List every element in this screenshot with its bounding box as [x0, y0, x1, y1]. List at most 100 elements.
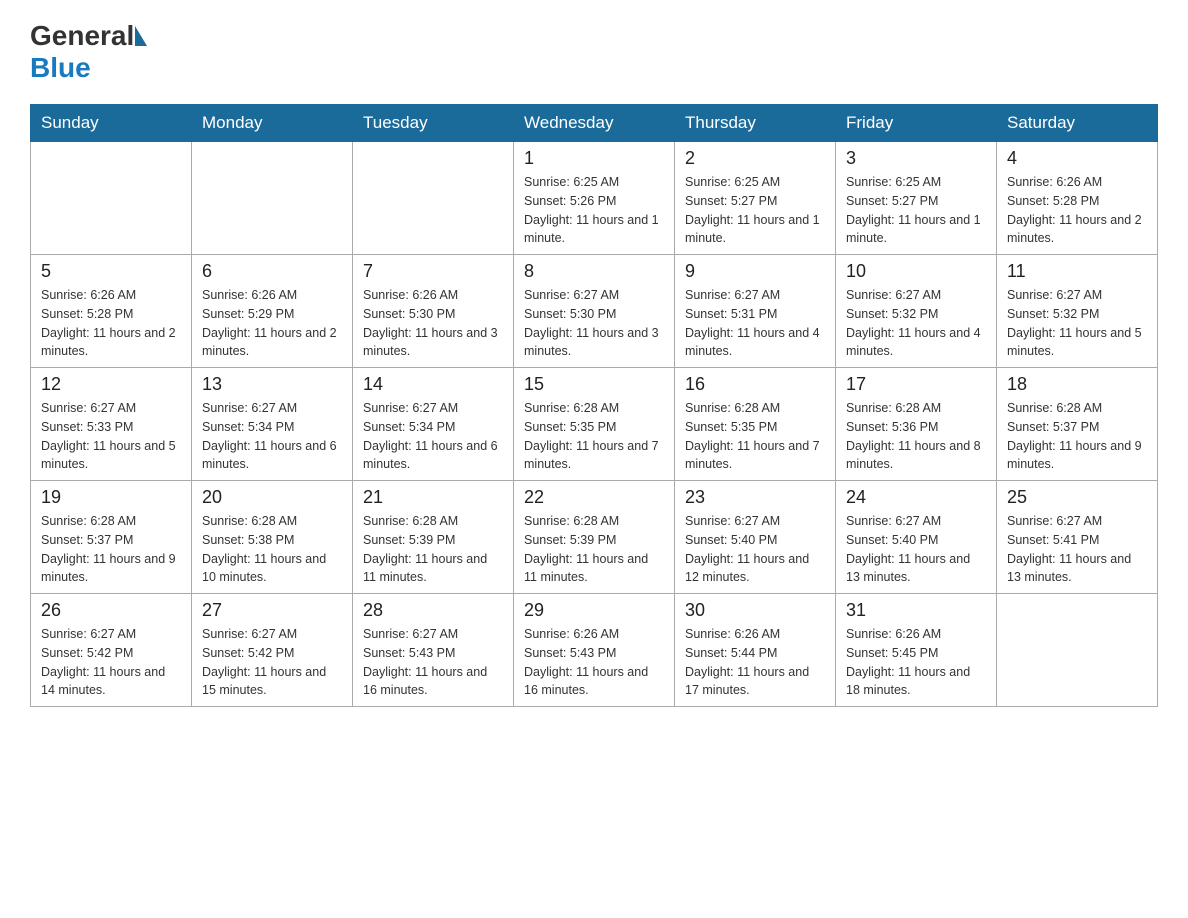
- day-info: Sunrise: 6:26 AM Sunset: 5:28 PM Dayligh…: [41, 286, 181, 361]
- calendar-cell: 23 Sunrise: 6:27 AM Sunset: 5:40 PM Dayli…: [675, 481, 836, 594]
- day-number: 28: [363, 600, 503, 621]
- day-info: Sunrise: 6:27 AM Sunset: 5:34 PM Dayligh…: [363, 399, 503, 474]
- logo-general: General: [30, 20, 134, 52]
- day-info: Sunrise: 6:28 AM Sunset: 5:35 PM Dayligh…: [524, 399, 664, 474]
- day-info: Sunrise: 6:27 AM Sunset: 5:40 PM Dayligh…: [685, 512, 825, 587]
- calendar-cell: 2 Sunrise: 6:25 AM Sunset: 5:27 PM Daylig…: [675, 142, 836, 255]
- calendar-cell: 27 Sunrise: 6:27 AM Sunset: 5:42 PM Dayli…: [192, 594, 353, 707]
- day-info: Sunrise: 6:25 AM Sunset: 5:26 PM Dayligh…: [524, 173, 664, 248]
- calendar-week-row: 19 Sunrise: 6:28 AM Sunset: 5:37 PM Dayli…: [31, 481, 1158, 594]
- day-number: 7: [363, 261, 503, 282]
- calendar-cell: 14Sunrise: 6:27 AM Sunset: 5:34 PM Dayli…: [353, 368, 514, 481]
- calendar-cell: [31, 142, 192, 255]
- day-number: 18: [1007, 374, 1147, 395]
- day-number: 16: [685, 374, 825, 395]
- day-info: Sunrise: 6:28 AM Sunset: 5:38 PM Dayligh…: [202, 512, 342, 587]
- calendar-cell: 19 Sunrise: 6:28 AM Sunset: 5:37 PM Dayli…: [31, 481, 192, 594]
- weekday-header-tuesday: Tuesday: [353, 105, 514, 142]
- day-number: 31: [846, 600, 986, 621]
- calendar-cell: 24 Sunrise: 6:27 AM Sunset: 5:40 PM Dayli…: [836, 481, 997, 594]
- day-number: 8: [524, 261, 664, 282]
- day-info: Sunrise: 6:27 AM Sunset: 5:32 PM Dayligh…: [846, 286, 986, 361]
- calendar-cell: 10 Sunrise: 6:27 AM Sunset: 5:32 PM Dayli…: [836, 255, 997, 368]
- logo-blue: Blue: [30, 52, 91, 83]
- day-info: Sunrise: 6:26 AM Sunset: 5:29 PM Dayligh…: [202, 286, 342, 361]
- day-number: 13: [202, 374, 342, 395]
- calendar-cell: 7Sunrise: 6:26 AM Sunset: 5:30 PM Daylig…: [353, 255, 514, 368]
- calendar-cell: 25 Sunrise: 6:27 AM Sunset: 5:41 PM Dayli…: [997, 481, 1158, 594]
- calendar-cell: [192, 142, 353, 255]
- day-info: Sunrise: 6:26 AM Sunset: 5:45 PM Dayligh…: [846, 625, 986, 700]
- day-number: 19: [41, 487, 181, 508]
- calendar-cell: 22 Sunrise: 6:28 AM Sunset: 5:39 PM Dayli…: [514, 481, 675, 594]
- calendar-cell: 12Sunrise: 6:27 AM Sunset: 5:33 PM Dayli…: [31, 368, 192, 481]
- day-info: Sunrise: 6:27 AM Sunset: 5:41 PM Dayligh…: [1007, 512, 1147, 587]
- day-number: 20: [202, 487, 342, 508]
- day-info: Sunrise: 6:28 AM Sunset: 5:37 PM Dayligh…: [1007, 399, 1147, 474]
- day-number: 10: [846, 261, 986, 282]
- calendar-cell: 6 Sunrise: 6:26 AM Sunset: 5:29 PM Daylig…: [192, 255, 353, 368]
- calendar-cell: 9 Sunrise: 6:27 AM Sunset: 5:31 PM Daylig…: [675, 255, 836, 368]
- day-number: 4: [1007, 148, 1147, 169]
- day-info: Sunrise: 6:27 AM Sunset: 5:33 PM Dayligh…: [41, 399, 181, 474]
- day-number: 25: [1007, 487, 1147, 508]
- day-info: Sunrise: 6:27 AM Sunset: 5:31 PM Dayligh…: [685, 286, 825, 361]
- calendar-week-row: 12Sunrise: 6:27 AM Sunset: 5:33 PM Dayli…: [31, 368, 1158, 481]
- day-info: Sunrise: 6:26 AM Sunset: 5:43 PM Dayligh…: [524, 625, 664, 700]
- day-info: Sunrise: 6:27 AM Sunset: 5:42 PM Dayligh…: [202, 625, 342, 700]
- calendar-cell: 28 Sunrise: 6:27 AM Sunset: 5:43 PM Dayli…: [353, 594, 514, 707]
- day-number: 3: [846, 148, 986, 169]
- day-number: 29: [524, 600, 664, 621]
- day-number: 30: [685, 600, 825, 621]
- calendar-table: SundayMondayTuesdayWednesdayThursdayFrid…: [30, 104, 1158, 707]
- day-info: Sunrise: 6:28 AM Sunset: 5:37 PM Dayligh…: [41, 512, 181, 587]
- day-info: Sunrise: 6:27 AM Sunset: 5:30 PM Dayligh…: [524, 286, 664, 361]
- weekday-header-wednesday: Wednesday: [514, 105, 675, 142]
- calendar-cell: 15 Sunrise: 6:28 AM Sunset: 5:35 PM Dayli…: [514, 368, 675, 481]
- day-number: 5: [41, 261, 181, 282]
- day-number: 27: [202, 600, 342, 621]
- calendar-week-row: 26 Sunrise: 6:27 AM Sunset: 5:42 PM Dayli…: [31, 594, 1158, 707]
- day-info: Sunrise: 6:27 AM Sunset: 5:43 PM Dayligh…: [363, 625, 503, 700]
- day-info: Sunrise: 6:27 AM Sunset: 5:42 PM Dayligh…: [41, 625, 181, 700]
- day-info: Sunrise: 6:28 AM Sunset: 5:36 PM Dayligh…: [846, 399, 986, 474]
- day-info: Sunrise: 6:26 AM Sunset: 5:44 PM Dayligh…: [685, 625, 825, 700]
- calendar-cell: [997, 594, 1158, 707]
- day-number: 9: [685, 261, 825, 282]
- day-number: 2: [685, 148, 825, 169]
- day-info: Sunrise: 6:27 AM Sunset: 5:32 PM Dayligh…: [1007, 286, 1147, 361]
- calendar-cell: [353, 142, 514, 255]
- day-number: 26: [41, 600, 181, 621]
- page-header: General Blue: [30, 20, 1158, 84]
- day-info: Sunrise: 6:27 AM Sunset: 5:40 PM Dayligh…: [846, 512, 986, 587]
- calendar-week-row: 5 Sunrise: 6:26 AM Sunset: 5:28 PM Daylig…: [31, 255, 1158, 368]
- calendar-cell: 11 Sunrise: 6:27 AM Sunset: 5:32 PM Dayli…: [997, 255, 1158, 368]
- calendar-cell: 8 Sunrise: 6:27 AM Sunset: 5:30 PM Daylig…: [514, 255, 675, 368]
- day-number: 23: [685, 487, 825, 508]
- day-info: Sunrise: 6:28 AM Sunset: 5:35 PM Dayligh…: [685, 399, 825, 474]
- day-number: 6: [202, 261, 342, 282]
- calendar-cell: 17 Sunrise: 6:28 AM Sunset: 5:36 PM Dayli…: [836, 368, 997, 481]
- day-info: Sunrise: 6:25 AM Sunset: 5:27 PM Dayligh…: [685, 173, 825, 248]
- day-info: Sunrise: 6:28 AM Sunset: 5:39 PM Dayligh…: [524, 512, 664, 587]
- day-number: 24: [846, 487, 986, 508]
- day-number: 22: [524, 487, 664, 508]
- calendar-cell: 16 Sunrise: 6:28 AM Sunset: 5:35 PM Dayli…: [675, 368, 836, 481]
- calendar-cell: 18 Sunrise: 6:28 AM Sunset: 5:37 PM Dayli…: [997, 368, 1158, 481]
- day-number: 15: [524, 374, 664, 395]
- weekday-header-sunday: Sunday: [31, 105, 192, 142]
- day-info: Sunrise: 6:25 AM Sunset: 5:27 PM Dayligh…: [846, 173, 986, 248]
- calendar-cell: 31 Sunrise: 6:26 AM Sunset: 5:45 PM Dayli…: [836, 594, 997, 707]
- day-number: 17: [846, 374, 986, 395]
- calendar-cell: 21Sunrise: 6:28 AM Sunset: 5:39 PM Dayli…: [353, 481, 514, 594]
- logo: General Blue: [30, 20, 148, 84]
- weekday-header-monday: Monday: [192, 105, 353, 142]
- day-number: 11: [1007, 261, 1147, 282]
- calendar-cell: 3 Sunrise: 6:25 AM Sunset: 5:27 PM Daylig…: [836, 142, 997, 255]
- weekday-header-saturday: Saturday: [997, 105, 1158, 142]
- calendar-cell: 5 Sunrise: 6:26 AM Sunset: 5:28 PM Daylig…: [31, 255, 192, 368]
- weekday-header-thursday: Thursday: [675, 105, 836, 142]
- calendar-cell: 1Sunrise: 6:25 AM Sunset: 5:26 PM Daylig…: [514, 142, 675, 255]
- weekday-header-friday: Friday: [836, 105, 997, 142]
- day-info: Sunrise: 6:28 AM Sunset: 5:39 PM Dayligh…: [363, 512, 503, 587]
